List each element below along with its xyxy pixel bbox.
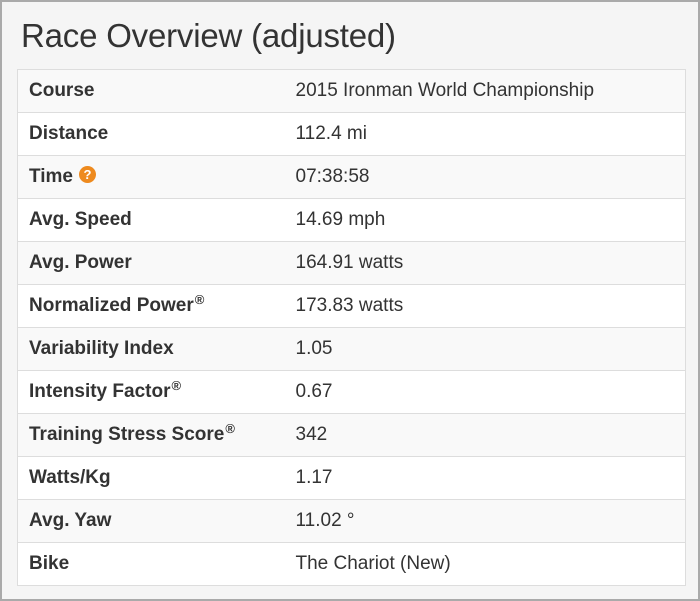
row-label-cell: Watts/Kg — [17, 456, 288, 500]
table-row-bike: Bike The Chariot (New) — [17, 542, 686, 586]
row-value: 11.02 ° — [287, 499, 686, 543]
table-row-intensity-factor: Intensity Factor® 0.67 — [17, 370, 686, 414]
table-row-variability-index: Variability Index 1.05 — [17, 327, 686, 371]
table-row-distance: Distance 112.4 mi — [17, 112, 686, 156]
row-value: 1.17 — [287, 456, 686, 500]
row-value: 07:38:58 — [287, 155, 686, 199]
row-value: 2015 Ironman World Championship — [287, 69, 686, 113]
row-label: Variability Index — [29, 338, 174, 359]
table-row-time: Time? 07:38:58 — [17, 155, 686, 199]
row-label-cell: Bike — [17, 542, 288, 586]
table-row-avg-power: Avg. Power 164.91 watts — [17, 241, 686, 285]
table-row-avg-yaw: Avg. Yaw 11.02 ° — [17, 499, 686, 543]
row-label-cell: Avg. Speed — [17, 198, 288, 242]
row-value: 173.83 watts — [287, 284, 686, 328]
row-value: 164.91 watts — [287, 241, 686, 285]
row-value: The Chariot (New) — [287, 542, 686, 586]
table-row-training-stress-score: Training Stress Score® 342 — [17, 413, 686, 457]
row-label-cell: Time? — [17, 155, 288, 199]
row-label: Time — [29, 166, 74, 187]
row-label-cell: Intensity Factor® — [17, 370, 288, 414]
row-label-cell: Avg. Yaw — [17, 499, 288, 543]
row-label-cell: Distance — [17, 112, 288, 156]
row-label: Normalized Power — [29, 295, 194, 316]
row-value: 14.69 mph — [287, 198, 686, 242]
page-title: Race Overview (adjusted) — [21, 17, 396, 54]
row-label-cell: Course — [17, 69, 288, 113]
row-label: Course — [29, 80, 95, 101]
row-label: Watts/Kg — [29, 467, 111, 488]
row-value: 0.67 — [287, 370, 686, 414]
registered-mark: ® — [225, 421, 235, 436]
row-value: 342 — [287, 413, 686, 457]
row-label: Avg. Yaw — [29, 510, 112, 531]
registered-mark: ® — [194, 292, 205, 307]
help-icon[interactable]: ? — [79, 166, 97, 184]
row-label: Training Stress Score — [29, 424, 225, 445]
table-row-course: Course 2015 Ironman World Championship — [17, 69, 686, 113]
table-row-avg-speed: Avg. Speed 14.69 mph — [17, 198, 686, 242]
row-value: 112.4 mi — [287, 112, 686, 156]
row-label-cell: Training Stress Score® — [17, 413, 288, 457]
table-row-normalized-power: Normalized Power® 173.83 watts — [17, 284, 686, 328]
table-row-watts-per-kg: Watts/Kg 1.17 — [17, 456, 686, 500]
row-label: Avg. Speed — [29, 209, 132, 230]
row-label-cell: Avg. Power — [17, 241, 288, 285]
row-label: Distance — [29, 123, 109, 144]
row-label-cell: Variability Index — [17, 327, 288, 371]
row-value: 1.05 — [287, 327, 686, 371]
row-label: Bike — [29, 553, 70, 574]
row-label: Intensity Factor — [29, 381, 171, 402]
row-label: Avg. Power — [29, 252, 132, 273]
race-overview-panel: Race Overview (adjusted) Course 2015 Iro… — [0, 0, 700, 601]
registered-mark: ® — [171, 378, 182, 393]
race-overview-table: Course 2015 Ironman World Championship D… — [17, 69, 686, 586]
row-label-cell: Normalized Power® — [17, 284, 288, 328]
